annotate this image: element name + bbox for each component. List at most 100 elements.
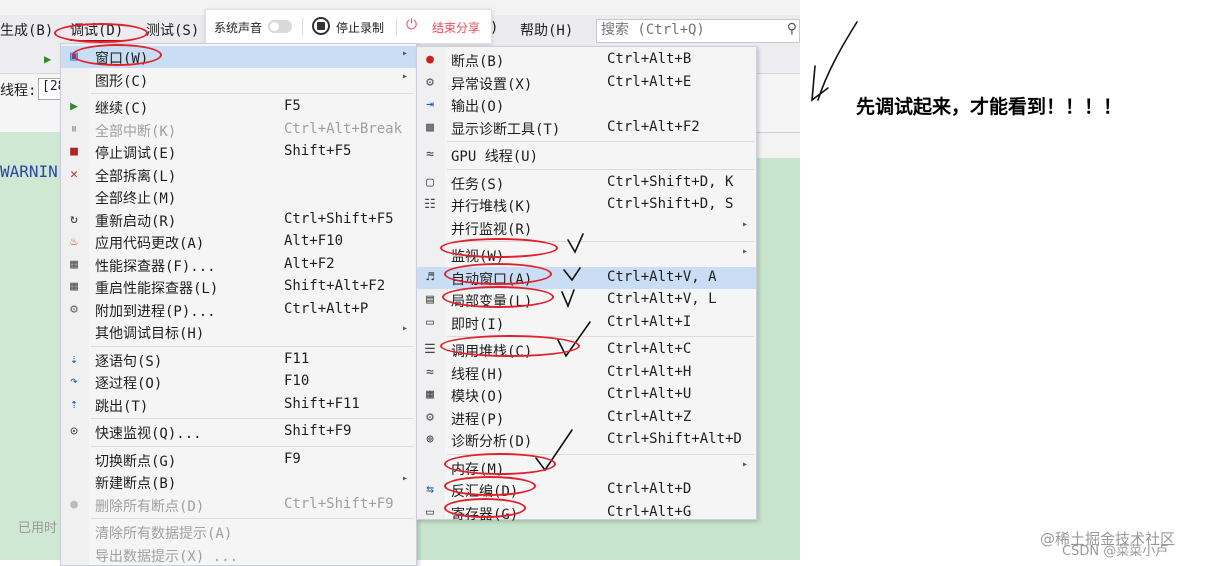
menu-item[interactable]: ⊚ 诊断分析(D) Ctrl+Shift+Alt+D [417, 429, 756, 451]
annotation-oval [444, 453, 556, 475]
step-out-icon: ⇡ [70, 396, 78, 412]
menu-item-shortcut: Ctrl+Alt+G [607, 503, 692, 520]
submenu-arrow-icon: ▸ [741, 218, 748, 230]
menu-item[interactable]: ▦ 模块(O) Ctrl+Alt+U [417, 384, 756, 406]
menu-item[interactable]: ▶ 继续(C) F5 [61, 96, 416, 118]
menu-item[interactable]: ⇥ 输出(O) [417, 94, 756, 116]
menu-item-label: 清除所有数据提示(A) [95, 526, 233, 542]
power-icon[interactable]: ⏻ [406, 16, 417, 33]
annotation-oval [444, 263, 552, 285]
process-combo[interactable]: [28 [38, 78, 62, 100]
menu-item[interactable]: 清除所有数据提示(A) [61, 521, 416, 543]
menu-item-label: 并行监视(R) [451, 221, 533, 238]
profiler-icon: ▦ [70, 256, 78, 272]
stop-record-button[interactable]: 停止录制 [336, 19, 384, 36]
start-icon[interactable]: ▶ [44, 52, 51, 66]
system-sound-toggle[interactable] [268, 20, 292, 33]
menu-separator [447, 141, 754, 142]
menu-item-shortcut: Shift+F9 [284, 423, 352, 439]
menu-item-shortcut: Alt+F2 [284, 255, 335, 272]
menu-item[interactable]: ● 删除所有断点(D) Ctrl+Shift+F9 [61, 494, 416, 516]
menu-item-shortcut: Ctrl+Alt+Break [284, 120, 403, 137]
menu-item[interactable]: ▢ 任务(S) Ctrl+Shift+D, K [417, 172, 756, 194]
menu-item-shortcut: Ctrl+Shift+D, S [607, 196, 734, 212]
menu-item[interactable]: ≈ GPU 线程(U) [417, 144, 756, 166]
submenu-arrow-icon: ▸ [741, 246, 748, 257]
menu-item-label: 导出数据提示(X) ... [95, 548, 239, 565]
menu-item[interactable]: 并行监视(R) ▸ [417, 217, 756, 239]
system-sound-label: 系统声音 [214, 21, 263, 35]
menu-separator [91, 518, 414, 519]
menu-item[interactable]: ■ 停止调试(E) Shift+F5 [61, 141, 416, 163]
menu-item[interactable]: ● 断点(B) Ctrl+Alt+B [417, 49, 756, 71]
menu-item[interactable]: ⚙ 异常设置(X) Ctrl+Alt+E [417, 72, 756, 94]
search-box[interactable]: ⚲ [596, 19, 800, 43]
search-icon[interactable]: ⚲ [787, 21, 797, 37]
menu-item-shortcut: Ctrl+Shift+F5 [284, 210, 394, 227]
menu-item-label: 性能探查器(F)... [95, 258, 216, 275]
modules-icon: ▦ [426, 387, 434, 402]
menu-item[interactable]: 新建断点(B) ▸ [61, 471, 416, 493]
menu-item-label: 新建断点(B) [95, 476, 177, 492]
menu-item[interactable]: 导出数据提示(X) ... [61, 544, 416, 566]
menu-item[interactable]: ♨ 应用代码更改(A) Alt+F10 [61, 231, 416, 253]
menu-item-shortcut: Ctrl+Alt+B [607, 51, 692, 67]
menu-item-label: 附加到进程(P)... [95, 303, 216, 320]
menu-item[interactable]: ⏸ 全部中断(K) Ctrl+Alt+Break [61, 119, 416, 141]
menu-item-label: 即时(I) [451, 316, 505, 333]
menu-item-shortcut: Shift+F5 [284, 143, 352, 159]
quickwatch-icon: ⊙ [70, 424, 78, 439]
menu-item[interactable]: ▦ 性能探查器(F)... Alt+F2 [61, 254, 416, 276]
attach-icon: ⚙ [70, 301, 78, 317]
menu-item[interactable]: ↻ 重新启动(R) Ctrl+Shift+F5 [61, 209, 416, 231]
menu-item-shortcut: Ctrl+Alt+U [607, 386, 692, 402]
stop-record-icon[interactable] [312, 17, 330, 35]
annotation-oval [444, 476, 536, 496]
menu-item[interactable]: ⇣ 逐语句(S) F11 [61, 349, 416, 371]
restart-icon: ↻ [70, 211, 78, 227]
annotation-oval [440, 335, 580, 357]
menu-item[interactable]: ☷ 并行堆栈(K) Ctrl+Shift+D, S [417, 194, 756, 216]
menu-item-label: 删除所有断点(D) [95, 498, 205, 515]
menu-item[interactable]: ▦ 重启性能探查器(L) Shift+Alt+F2 [61, 276, 416, 298]
gpu-threads-icon: ≈ [426, 147, 434, 162]
menu-item[interactable]: 其他调试目标(H) ▸ [61, 321, 416, 343]
pause-icon: ⏸ [70, 121, 78, 137]
menu-item[interactable]: 全部终止(M) [61, 186, 416, 208]
menu-item[interactable]: ⚙ 附加到进程(P)... Ctrl+Alt+P [61, 299, 416, 321]
menu-item[interactable]: ≈ 线程(H) Ctrl+Alt+H [417, 362, 756, 384]
menu-item[interactable]: ⇡ 跳出(T) Shift+F11 [61, 394, 416, 416]
menu-item[interactable]: ↷ 逐过程(O) F10 [61, 371, 416, 393]
submenu-arrow-icon: ▸ [401, 70, 408, 82]
step-over-icon: ↷ [70, 374, 78, 389]
parallel-stacks-icon: ☷ [424, 197, 436, 212]
menu-help[interactable]: 帮助(H) [520, 20, 573, 40]
menu-item-shortcut: Ctrl+Shift+Alt+D [607, 431, 742, 447]
menu-item-shortcut: F11 [284, 350, 310, 367]
locals-icon: ▤ [426, 292, 434, 307]
status-elapsed: 已用时 [18, 520, 58, 535]
breakpoint-icon: ● [426, 52, 434, 67]
detach-icon: ✕ [70, 166, 78, 182]
menu-item[interactable]: 图形(C) ▸ [61, 69, 416, 91]
call-stack-icon: ☰ [424, 342, 436, 357]
menu-test[interactable]: 测试(S) [146, 20, 199, 40]
menu-item-label: 显示诊断工具(T) [451, 121, 561, 138]
menu-item[interactable]: ⚙ 进程(P) Ctrl+Alt+Z [417, 407, 756, 429]
end-share-button[interactable]: 结束分享 [432, 19, 480, 36]
menu-item-shortcut: Ctrl+Alt+V, A [607, 268, 717, 285]
menu-item[interactable]: ✕ 全部拆离(L) [61, 164, 416, 186]
menu-separator [91, 418, 414, 419]
menu-build[interactable]: 生成(B) [0, 20, 53, 40]
search-input[interactable] [597, 20, 781, 40]
menu-item[interactable]: ▭ 即时(I) Ctrl+Alt+I [417, 312, 756, 334]
menu-item-shortcut: Alt+F10 [284, 233, 344, 249]
editor-gutter [0, 132, 60, 560]
menu-item-shortcut: Ctrl+Alt+F2 [607, 118, 700, 135]
menu-item[interactable]: ⊙ 快速监视(Q)... Shift+F9 [61, 421, 416, 443]
menu-item[interactable]: ▩ 显示诊断工具(T) Ctrl+Alt+F2 [417, 117, 756, 139]
menu-item[interactable]: 切换断点(G) F9 [61, 449, 416, 471]
step-into-icon: ⇣ [70, 351, 78, 367]
disassembly-icon: ⇆ [426, 482, 434, 497]
menu-item-shortcut: Ctrl+Shift+F9 [284, 495, 394, 512]
